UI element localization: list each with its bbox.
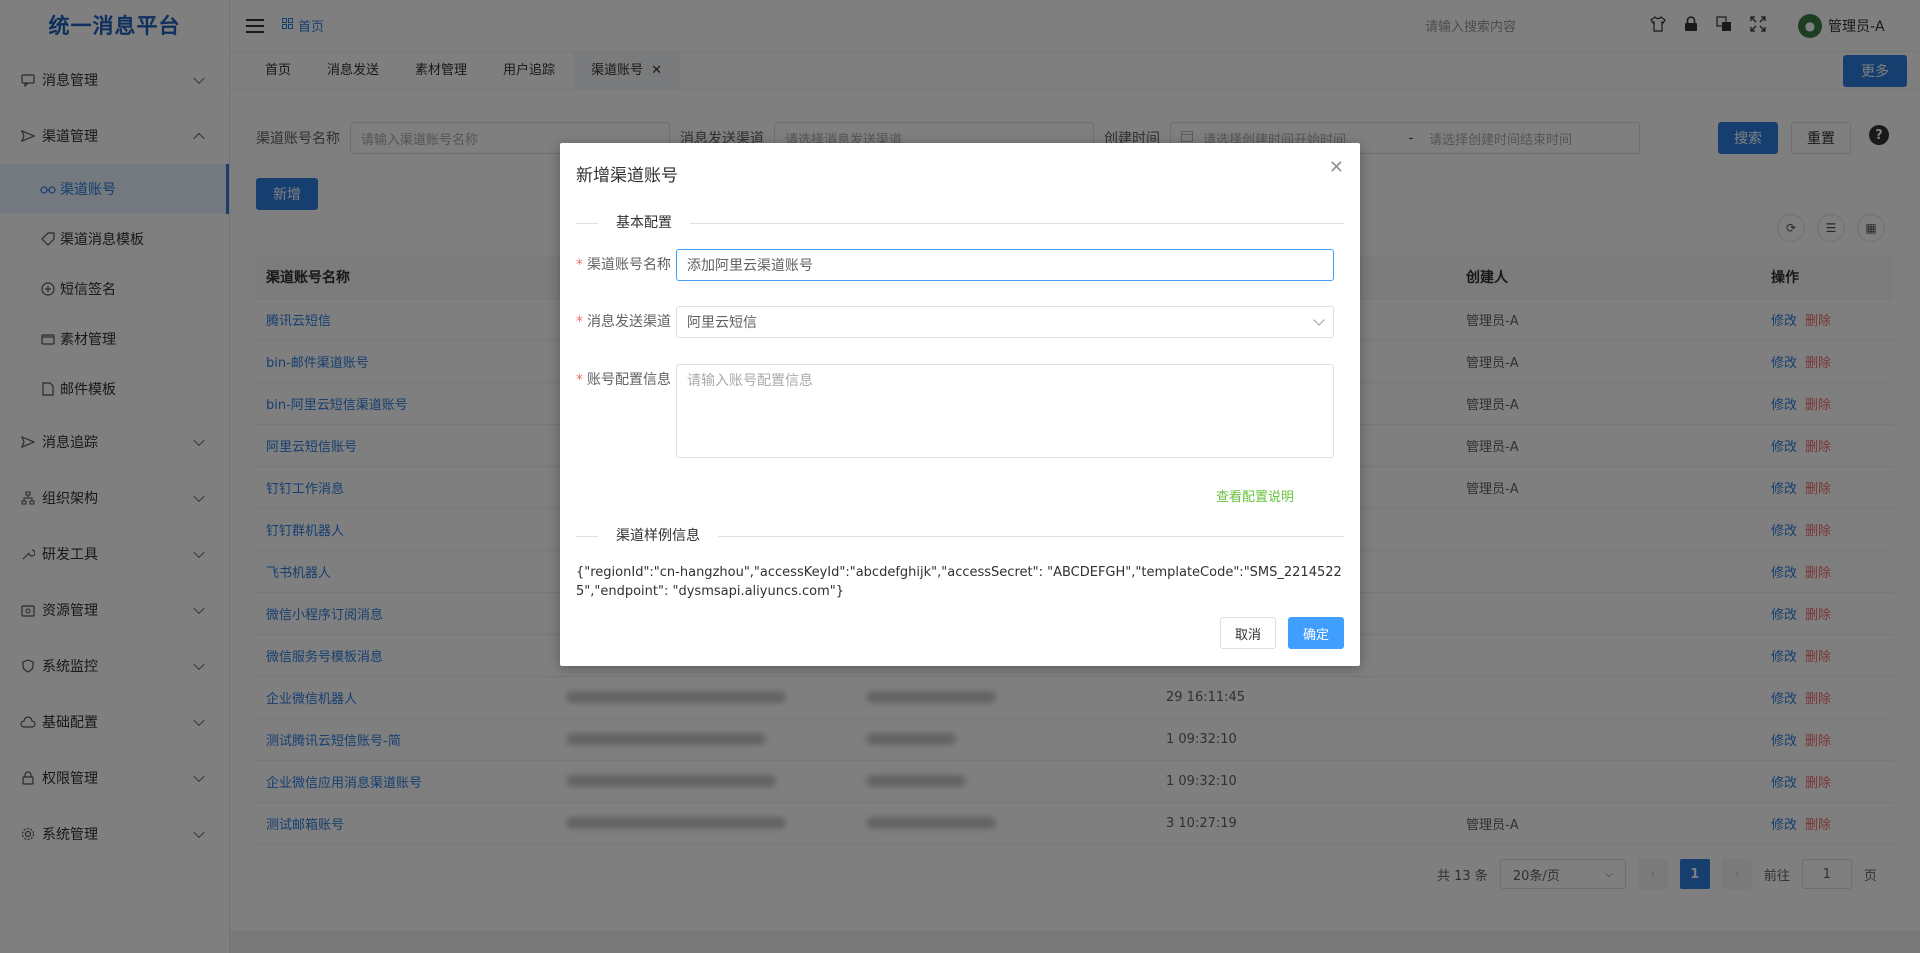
close-icon[interactable]: ✕ — [1329, 157, 1344, 178]
field-label: * 账号配置信息 — [576, 372, 671, 388]
add-channel-dialog: 新增渠道账号 ✕ 基本配置 * 渠道账号名称 添加阿里云渠道账号 * 消息发送渠道 … — [560, 143, 1360, 666]
form-row-config: * 账号配置信息 请输入账号配置信息 — [576, 364, 1334, 458]
channel-select[interactable]: 阿里云短信 — [676, 306, 1334, 338]
field-label: * 消息发送渠道 — [576, 314, 671, 330]
confirm-button[interactable]: 确定 — [1287, 617, 1344, 649]
view-config-doc-link[interactable]: 查看配置说明 — [1216, 486, 1294, 505]
chevron-down-icon — [1313, 314, 1325, 326]
section-title: 基本配置 — [598, 213, 690, 233]
dialog-title: 新增渠道账号 — [576, 166, 678, 186]
account-name-input[interactable]: 添加阿里云渠道账号 — [676, 249, 1334, 281]
section-divider: 渠道样例信息 — [576, 526, 1344, 546]
form-row-account-name: * 渠道账号名称 添加阿里云渠道账号 — [576, 249, 1334, 281]
section-title: 渠道样例信息 — [598, 526, 718, 546]
config-textarea[interactable]: 请输入账号配置信息 — [676, 364, 1334, 458]
section-divider: 基本配置 — [576, 213, 1344, 233]
channel-selected-value: 阿里云短信 — [687, 315, 757, 331]
channel-sample-text: {"regionId":"cn-hangzhou","accessKeyId":… — [576, 565, 1342, 599]
field-label: * 渠道账号名称 — [576, 257, 671, 273]
cancel-button[interactable]: 取消 — [1219, 617, 1276, 649]
form-row-channel: * 消息发送渠道 阿里云短信 — [576, 306, 1334, 338]
